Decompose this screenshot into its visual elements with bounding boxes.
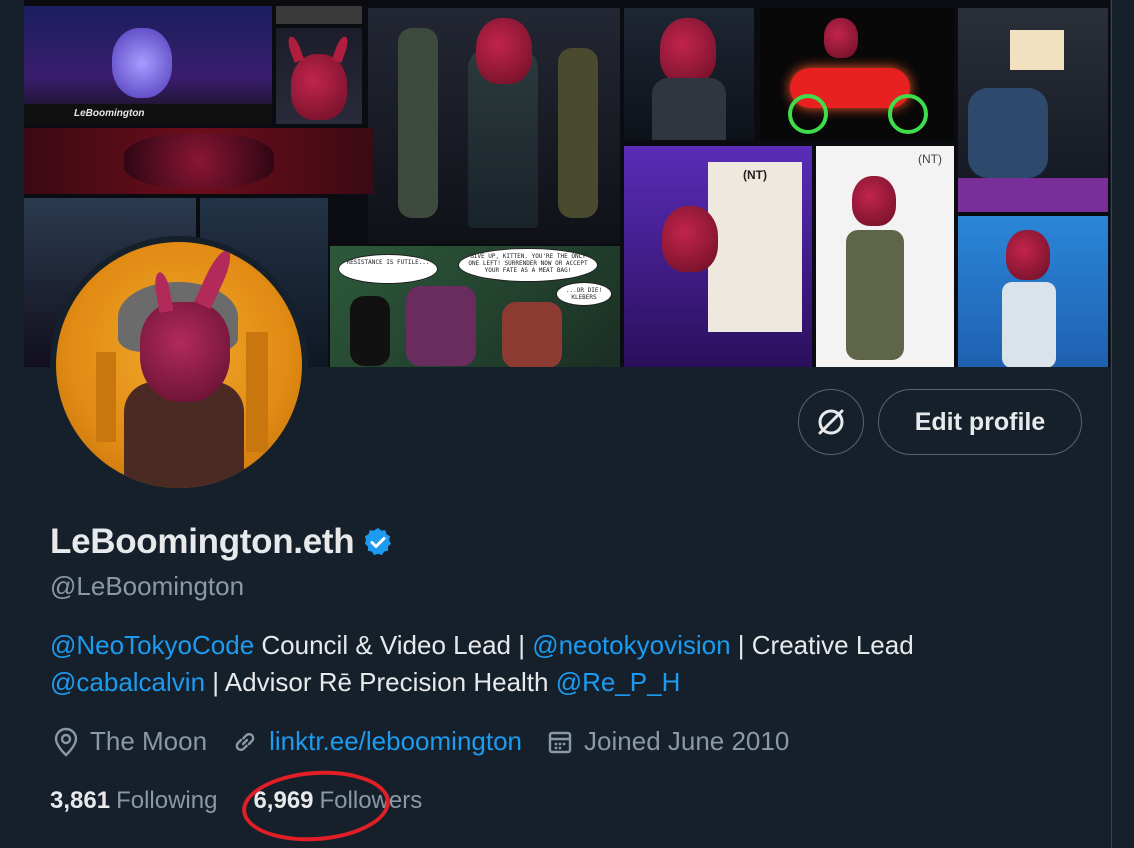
banner-tile-blue-game: [958, 216, 1108, 367]
red-circle-annotation: [239, 765, 393, 847]
following-label: Following: [116, 787, 218, 814]
profile-meta: The Moon linktr.ee/leboomington Joined J…: [52, 726, 813, 757]
neon-mask-figure: [112, 28, 172, 98]
mention-link[interactable]: @neotokyovision: [532, 630, 730, 660]
banner-tile-neon-demon: LeBoomington: [24, 6, 272, 124]
no-symbol-icon: [818, 409, 844, 435]
website: linktr.ee/leboomington: [231, 726, 522, 757]
mention-link[interactable]: @Re_P_H: [556, 667, 681, 697]
comic-bubble-1: RESISTANCE IS FUTILE...: [338, 254, 438, 284]
following-link[interactable]: 3,861 Following: [50, 787, 217, 815]
joined-text: Joined June 2010: [584, 726, 790, 756]
bio-line-1: @NeoTokyoCode Council & Video Lead | @ne…: [50, 627, 1050, 664]
brand-mark-text: (NT): [743, 168, 767, 182]
mention-link[interactable]: @NeoTokyoCode: [50, 630, 254, 660]
display-name-row: LeBoomington.eth: [50, 522, 394, 562]
website-link[interactable]: linktr.ee/leboomington: [269, 726, 522, 757]
banner-tile-oni-portrait: [276, 28, 362, 124]
banner-tile-motorbike: [760, 8, 954, 140]
link-icon: [235, 732, 255, 751]
banner-tile-small: [276, 6, 362, 24]
banner-tile-cyberpunk-street: [624, 8, 754, 140]
banner-tile-purple-poster: (NT): [624, 146, 812, 367]
avatar-image: [56, 242, 302, 488]
joined-date: Joined June 2010: [546, 726, 789, 757]
brand-mark-text-2: (NT): [918, 152, 942, 166]
banner-tile-red-eyes: [24, 128, 374, 194]
poster-card: (NT): [708, 162, 802, 332]
following-count: 3,861: [50, 787, 111, 814]
edit-profile-button[interactable]: Edit profile: [878, 389, 1082, 455]
banner-tile-office: [958, 8, 1108, 212]
bio-text: Council & Video Lead |: [254, 630, 533, 660]
mention-link[interactable]: @cabalcalvin: [50, 667, 205, 697]
frame-right: [1111, 0, 1134, 848]
location-text: The Moon: [90, 726, 208, 756]
hide-nft-button[interactable]: [798, 389, 864, 455]
banner-tile-comic: RESISTANCE IS FUTILE... GIVE UP, KITTEN.…: [330, 246, 620, 367]
frame-left: [0, 0, 24, 848]
location: The Moon: [52, 726, 207, 757]
comic-bubble-2: GIVE UP, KITTEN. YOU'RE THE ONLY ONE LEF…: [458, 248, 598, 282]
avatar[interactable]: [50, 236, 308, 494]
calendar-icon: [548, 731, 572, 753]
display-name: LeBoomington.eth: [50, 522, 355, 561]
banner-tile-label: LeBoomington: [24, 104, 272, 124]
verified-badge-icon: [365, 528, 392, 556]
comic-bubble-3: ...OR DIE! KLEBERS: [556, 282, 612, 306]
bio-text: | Advisor Rē Precision Health: [205, 667, 556, 697]
banner-tile-white-render: (NT): [816, 146, 954, 367]
bio-text: | Creative Lead: [730, 630, 914, 660]
handle: @LeBoomington: [50, 571, 245, 601]
banner-tile-character-3d: [368, 8, 620, 244]
bio: @NeoTokyoCode Council & Video Lead | @ne…: [50, 627, 1050, 701]
location-pin-icon: [54, 727, 78, 757]
bio-line-2: @cabalcalvin | Advisor Rē Precision Heal…: [50, 664, 1050, 701]
